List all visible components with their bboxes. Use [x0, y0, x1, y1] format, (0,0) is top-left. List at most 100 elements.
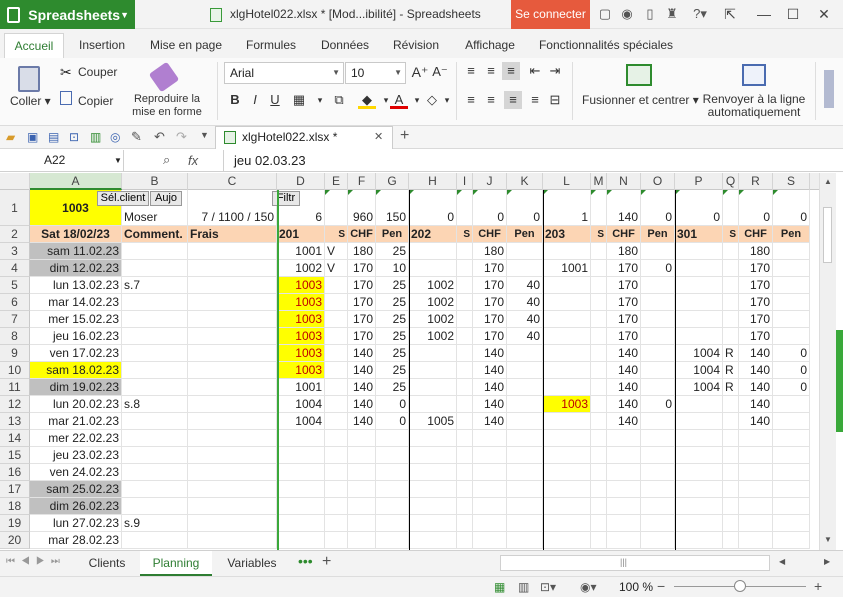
cell-g16[interactable] — [376, 464, 409, 481]
cell-n6[interactable]: 170 — [607, 294, 641, 311]
cell-e19[interactable] — [325, 515, 348, 532]
cell-k17[interactable] — [507, 481, 543, 498]
zoom-in-icon[interactable]: + — [814, 578, 822, 594]
header-s[interactable]: Pen — [773, 226, 810, 243]
cell-q15[interactable] — [723, 447, 739, 464]
cell-p8[interactable] — [675, 328, 723, 345]
cell-r3[interactable]: 180 — [739, 243, 773, 260]
cell-j20[interactable] — [473, 532, 507, 549]
page-break-icon[interactable]: ⊡▾ — [540, 580, 556, 594]
cell-i7[interactable] — [457, 311, 473, 328]
cell-q11[interactable]: R — [723, 379, 739, 396]
cell-o19[interactable] — [641, 515, 675, 532]
cell-f10[interactable]: 140 — [348, 362, 376, 379]
cell-r15[interactable] — [739, 447, 773, 464]
horizontal-scrollbar[interactable] — [500, 555, 770, 571]
row-header-14[interactable]: 14 — [0, 430, 30, 447]
header-e[interactable]: S — [325, 226, 348, 243]
cell-o1[interactable]: 0 — [641, 190, 675, 226]
merge-cells-icon[interactable]: ⧉ — [330, 91, 348, 109]
cell-a11[interactable]: dim 19.02.23 — [30, 379, 122, 396]
cell-q13[interactable] — [723, 413, 739, 430]
cell-a13[interactable]: mar 21.02.23 — [30, 413, 122, 430]
cell-c7[interactable] — [188, 311, 277, 328]
cell-f1[interactable]: 960 — [348, 190, 376, 226]
cell-i17[interactable] — [457, 481, 473, 498]
cell-c17[interactable] — [188, 481, 277, 498]
cell-j5[interactable]: 170 — [473, 277, 507, 294]
cell-p12[interactable] — [675, 396, 723, 413]
zoom-slider-thumb[interactable] — [734, 580, 746, 592]
paste-button[interactable]: Coller ▾ — [10, 94, 51, 108]
cell-b16[interactable] — [122, 464, 188, 481]
cell-e20[interactable] — [325, 532, 348, 549]
row-header-16[interactable]: 16 — [0, 464, 30, 481]
cell-i13[interactable] — [457, 413, 473, 430]
cell-p16[interactable] — [675, 464, 723, 481]
cell-b17[interactable] — [122, 481, 188, 498]
scissors-icon[interactable]: ✂ — [60, 64, 72, 81]
cell-i11[interactable] — [457, 379, 473, 396]
align-middle-icon[interactable]: ≡ — [482, 62, 500, 80]
cell-g1[interactable]: 150 — [376, 190, 409, 226]
cell-a9[interactable]: ven 17.02.23 — [30, 345, 122, 362]
cell-e16[interactable] — [325, 464, 348, 481]
export-icon[interactable]: ▥ — [90, 130, 101, 144]
column-header-b[interactable]: B — [122, 173, 188, 190]
cell-f13[interactable]: 140 — [348, 413, 376, 430]
cell-r4[interactable]: 170 — [739, 260, 773, 277]
cell-s1[interactable]: 0 — [773, 190, 810, 226]
row-header-9[interactable]: 9 — [0, 345, 30, 362]
cell-m9[interactable] — [591, 345, 607, 362]
cell-l18[interactable] — [543, 498, 591, 515]
cell-o18[interactable] — [641, 498, 675, 515]
copy-icon[interactable] — [60, 91, 72, 105]
cell-d5[interactable]: 1003 — [277, 277, 325, 294]
cell-l13[interactable] — [543, 413, 591, 430]
cell-i18[interactable] — [457, 498, 473, 515]
reading-mode-icon[interactable]: ◉▾ — [580, 580, 597, 594]
cell-j16[interactable] — [473, 464, 507, 481]
cell-b11[interactable] — [122, 379, 188, 396]
cell-k8[interactable]: 40 — [507, 328, 543, 345]
cell-c19[interactable] — [188, 515, 277, 532]
cell-i6[interactable] — [457, 294, 473, 311]
cell-f19[interactable] — [348, 515, 376, 532]
cell-j10[interactable]: 140 — [473, 362, 507, 379]
cell-n18[interactable] — [607, 498, 641, 515]
cell-d8[interactable]: 1003 — [277, 328, 325, 345]
cell-g6[interactable]: 25 — [376, 294, 409, 311]
cell-c10[interactable] — [188, 362, 277, 379]
cell-e12[interactable] — [325, 396, 348, 413]
cell-i3[interactable] — [457, 243, 473, 260]
scroll-right-icon[interactable]: ▶ — [824, 557, 830, 566]
cell-d3[interactable]: 1001 — [277, 243, 325, 260]
cell-o12[interactable]: 0 — [641, 396, 675, 413]
column-header-c[interactable]: C — [188, 173, 277, 190]
justify-icon[interactable]: ≡ — [526, 91, 544, 109]
merge-center-icon[interactable] — [626, 64, 652, 86]
cell-o6[interactable] — [641, 294, 675, 311]
cell-h6[interactable]: 1002 — [409, 294, 457, 311]
cell-n15[interactable] — [607, 447, 641, 464]
cell-h5[interactable]: 1002 — [409, 277, 457, 294]
header-d[interactable]: 201 — [277, 226, 325, 243]
cell-a4[interactable]: dim 12.02.23 — [30, 260, 122, 277]
row-header-7[interactable]: 7 — [0, 311, 30, 328]
cell-p19[interactable] — [675, 515, 723, 532]
cell-c12[interactable] — [188, 396, 277, 413]
merge-center-button[interactable]: Fusionner et centrer ▾ — [582, 94, 699, 107]
cell-i5[interactable] — [457, 277, 473, 294]
cell-c6[interactable] — [188, 294, 277, 311]
scroll-left-icon[interactable]: ◀ — [779, 557, 785, 566]
cell-s12[interactable] — [773, 396, 810, 413]
cell-s14[interactable] — [773, 430, 810, 447]
format-painter-icon[interactable] — [148, 61, 180, 93]
close-button[interactable]: ✕ — [812, 2, 836, 26]
row-header-19[interactable]: 19 — [0, 515, 30, 532]
cell-i10[interactable] — [457, 362, 473, 379]
cell-b14[interactable] — [122, 430, 188, 447]
header-a[interactable]: Sat 18/02/23 — [30, 226, 122, 243]
tab-accueil[interactable]: Accueil — [4, 33, 64, 59]
increase-indent-icon[interactable]: ⇥ — [546, 62, 564, 80]
